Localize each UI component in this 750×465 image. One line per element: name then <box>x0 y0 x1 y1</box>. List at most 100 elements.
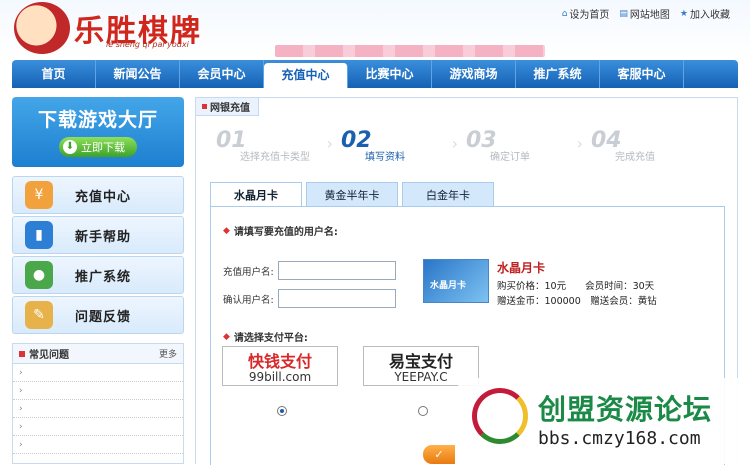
set-homepage-label: 设为首页 <box>569 10 610 21</box>
list-item[interactable]: › <box>13 400 183 418</box>
sitemap-link[interactable]: ▤ 网站地图 <box>619 6 670 22</box>
forum-logo-icon <box>472 388 528 444</box>
nav-service[interactable]: 客服中心 <box>600 60 684 88</box>
download-title: 下载游戏大厅 <box>37 109 158 131</box>
product-name: 水晶月卡 <box>497 261 546 275</box>
step-label: 填写资料 <box>365 152 405 163</box>
download-button-label: 立即下载 <box>81 141 125 154</box>
sitemap-icon: ▤ <box>619 8 628 19</box>
sitemap-label: 网站地图 <box>629 10 670 21</box>
download-lobby-box: 下载游戏大厅 ⬇ 立即下载 <box>12 97 184 167</box>
username-row: 充值用户名: <box>223 261 396 280</box>
sidebar-item-label: 问题反馈 <box>75 309 132 325</box>
top-links: ⌂ 设为首页 ▤ 网站地图 ★ 加入收藏 <box>561 6 730 22</box>
card-type-tabs: 水晶月卡 黄金半年卡 白金年卡 <box>210 182 494 207</box>
site-logo[interactable]: 乐胜棋牌 le sheng qi pai youxi <box>14 0 214 56</box>
note-icon: ✎ <box>25 301 53 329</box>
red-arrow-icon: ◆ <box>223 225 230 236</box>
step-label: 选择充值卡类型 <box>240 152 310 163</box>
tab-platinum-yearly[interactable]: 白金年卡 <box>402 182 494 207</box>
coin-hand-icon: ¥ <box>25 181 53 209</box>
step-2: 02 填写资料 › <box>341 128 466 163</box>
faq-panel: 常见问题 更多 › › › › › <box>12 343 184 464</box>
nav-match[interactable]: 比赛中心 <box>348 60 432 88</box>
username-input[interactable] <box>278 261 396 280</box>
tab-gold-halfyear[interactable]: 黄金半年卡 <box>306 182 398 207</box>
bullet-icon <box>202 104 207 109</box>
faq-more-link[interactable]: 更多 <box>159 347 177 360</box>
sidebar-item-recharge[interactable]: ¥ 充值中心 <box>12 176 184 214</box>
payment-name: 易宝支付 <box>388 352 453 371</box>
product-price-line: 购买价格：10元 会员时间：30天 <box>497 281 655 292</box>
main-nav: 首页 新闻公告 会员中心 充值中心 比赛中心 游戏商场 推广系统 客服中心 <box>12 60 738 88</box>
faq-header: 常见问题 更多 <box>13 344 183 364</box>
bookmark-link[interactable]: ★ 加入收藏 <box>679 6 730 22</box>
book-icon: ▮ <box>25 221 53 249</box>
sidebar-item-help[interactable]: ▮ 新手帮助 <box>12 216 184 254</box>
radio-yeepay[interactable] <box>418 406 428 416</box>
payment-option-99bill[interactable]: 快钱支付 99bill.com <box>222 346 338 386</box>
nav-member[interactable]: 会员中心 <box>180 60 264 88</box>
product-bonus-line: 赠送金币：100000 赠送会员：黄钻 <box>497 296 657 307</box>
red-arrow-icon: ◆ <box>223 331 230 342</box>
mascot-icon <box>14 2 70 54</box>
bullet-icon <box>19 350 25 357</box>
site-header: 乐胜棋牌 le sheng qi pai youxi ⌂ 设为首页 ▤ 网站地图… <box>0 0 750 60</box>
step-label: 确定订单 <box>490 152 530 163</box>
check-icon: ✓ <box>434 448 444 461</box>
blurred-banner <box>275 45 545 57</box>
download-arrow-icon: ⬇ <box>63 140 77 154</box>
list-item[interactable]: › <box>13 382 183 400</box>
watermark-text: 创盟资源论坛 <box>538 393 713 426</box>
home-icon: ⌂ <box>561 8 568 19</box>
confirm-username-label: 确认用户名: <box>223 294 274 306</box>
section-payment: ◆ 请选择支付平台: <box>223 329 308 345</box>
payment-name: 快钱支付 <box>247 352 312 371</box>
set-homepage-link[interactable]: ⌂ 设为首页 <box>561 6 610 22</box>
step-3: 03 确定订单 › <box>466 128 591 163</box>
step-label: 完成充值 <box>615 152 655 163</box>
list-item[interactable]: › <box>13 436 183 454</box>
sidebar-menu: ¥ 充值中心 ▮ 新手帮助 ● 推广系统 ✎ 问题反馈 <box>12 176 184 336</box>
payment-sub: 99bill.com <box>248 370 312 384</box>
bookmark-label: 加入收藏 <box>690 10 730 21</box>
progress-steps: 01 选择充值卡类型 › 02 填写资料 › 03 确定订单 › 04 完成充值 <box>216 128 716 163</box>
product-info: 水晶月卡 水晶月卡 购买价格：10元 会员时间：30天 赠送金币：100000 … <box>423 259 683 309</box>
confirm-username-row: 确认用户名: <box>223 289 396 308</box>
section-title: 请填写要充值的用户名: <box>233 227 338 238</box>
logo-pinyin: le sheng qi pai youxi <box>106 40 189 49</box>
confirm-username-input[interactable] <box>278 289 396 308</box>
step-4: 04 完成充值 <box>591 128 716 163</box>
section-title: 请选择支付平台: <box>233 333 308 344</box>
card-image: 水晶月卡 <box>423 259 489 303</box>
next-button[interactable]: ✓ <box>423 445 455 464</box>
sidebar-item-feedback[interactable]: ✎ 问题反馈 <box>12 296 184 334</box>
chevron-right-icon: › <box>326 134 333 153</box>
faq-title: 常见问题 <box>29 350 69 361</box>
user-globe-icon: ● <box>25 261 53 289</box>
sidebar-item-label: 新手帮助 <box>75 229 132 245</box>
bank-recharge-tab: 网银充值 <box>196 98 259 116</box>
nav-promotion[interactable]: 推广系统 <box>516 60 600 88</box>
sidebar-item-promotion[interactable]: ● 推广系统 <box>12 256 184 294</box>
watermark-url: bbs.cmzy168.com <box>538 428 701 449</box>
username-label: 充值用户名: <box>223 266 274 278</box>
star-icon: ★ <box>679 8 688 19</box>
sidebar-item-label: 推广系统 <box>75 269 132 285</box>
nav-home[interactable]: 首页 <box>12 60 96 88</box>
chevron-right-icon: › <box>576 134 583 153</box>
step-1: 01 选择充值卡类型 › <box>216 128 341 163</box>
download-button[interactable]: ⬇ 立即下载 <box>59 137 137 157</box>
radio-99bill[interactable] <box>277 406 287 416</box>
chevron-right-icon: › <box>451 134 458 153</box>
tab-crystal-monthly[interactable]: 水晶月卡 <box>210 182 302 207</box>
nav-recharge[interactable]: 充值中心 <box>264 63 348 88</box>
nav-news[interactable]: 新闻公告 <box>96 60 180 88</box>
section-username: ◆ 请填写要充值的用户名: <box>223 223 338 239</box>
list-item[interactable]: › <box>13 364 183 382</box>
bank-recharge-tab-label: 网银充值 <box>210 103 250 114</box>
sidebar-item-label: 充值中心 <box>75 189 132 205</box>
nav-shop[interactable]: 游戏商场 <box>432 60 516 88</box>
list-item[interactable]: › <box>13 418 183 436</box>
watermark: 创盟资源论坛 bbs.cmzy168.com <box>458 378 750 464</box>
